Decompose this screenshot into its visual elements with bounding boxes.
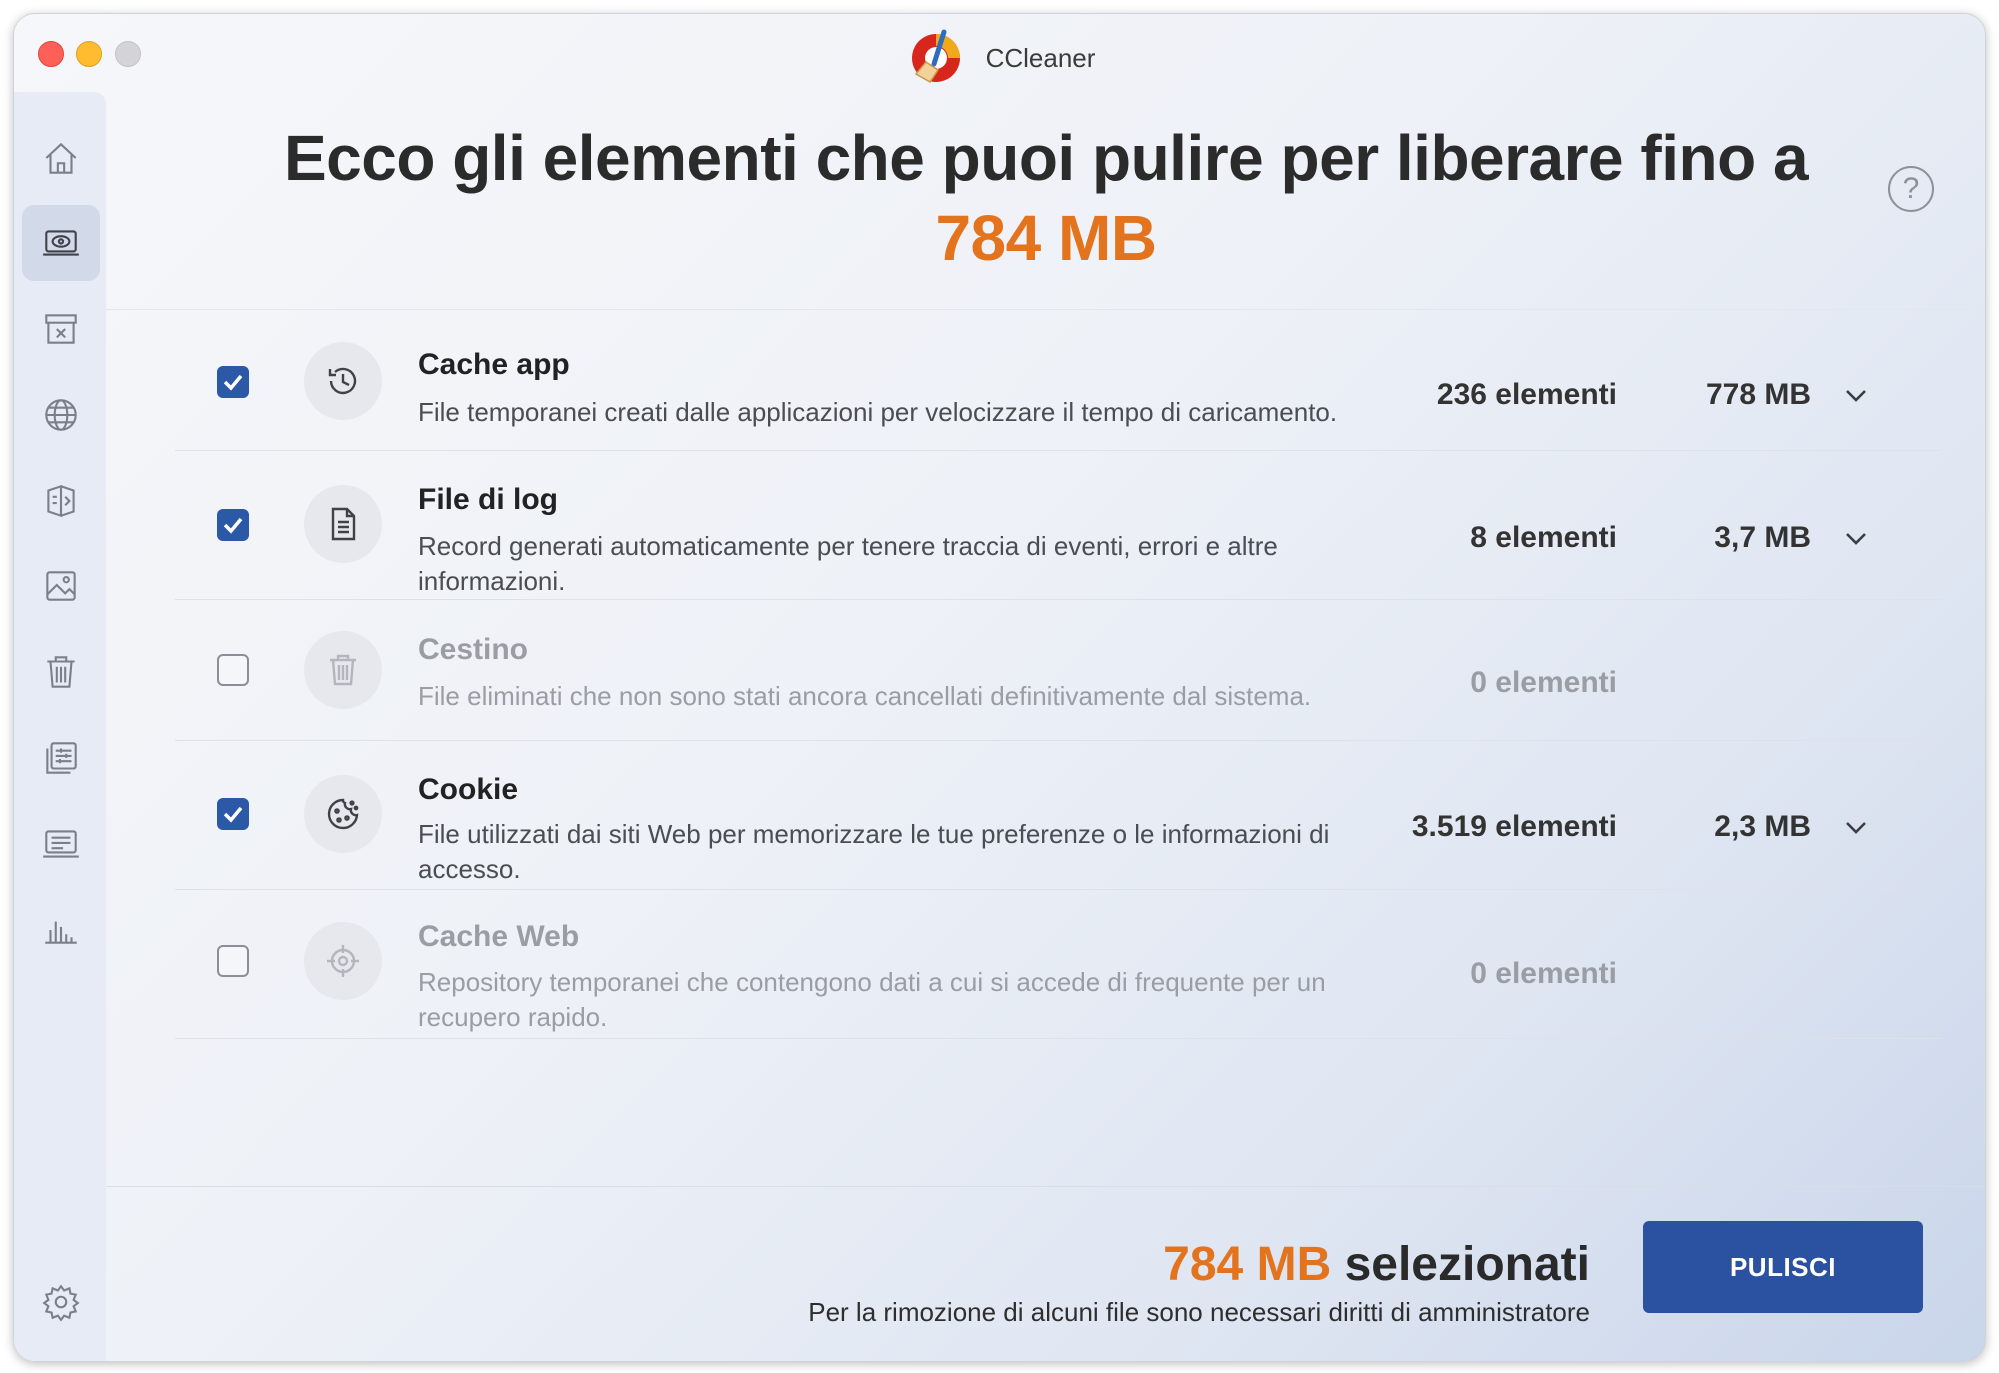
list-item-web-cache[interactable]: Cache Web Repository temporanei che cont… bbox=[175, 890, 1941, 1039]
row-count: 0 elementi bbox=[1470, 957, 1617, 990]
row-description: File temporanei creati dalle applicazion… bbox=[418, 397, 1338, 427]
cache-app-checkbox[interactable] bbox=[217, 366, 249, 398]
sidebar-item-cleaner[interactable] bbox=[22, 205, 100, 281]
ccleaner-logo-icon bbox=[911, 29, 960, 83]
monitor-text-icon bbox=[43, 830, 79, 858]
help-button[interactable]: ? bbox=[1888, 166, 1934, 212]
row-title: File di log bbox=[418, 483, 558, 516]
web-cache-icon-circle bbox=[304, 922, 382, 1000]
row-count: 0 elementi bbox=[1470, 666, 1617, 699]
sidebar-item-duplicates[interactable] bbox=[22, 463, 100, 539]
web-cache-checkbox[interactable] bbox=[217, 945, 249, 977]
laptop-eye-icon bbox=[43, 230, 79, 256]
row-description: File eliminati che non sono stati ancora… bbox=[418, 681, 1312, 711]
sidebar-item-home[interactable] bbox=[22, 120, 100, 196]
trash-icon bbox=[47, 656, 75, 688]
chevron-down-icon bbox=[1846, 822, 1866, 834]
clean-button[interactable]: PULISCI bbox=[1643, 1221, 1923, 1313]
checkmark-icon bbox=[223, 806, 243, 823]
list-item-cache-app[interactable]: Cache app File temporanei creati dalle a… bbox=[175, 310, 1941, 451]
list-item-cookie[interactable]: Cookie File utilizzati dai siti Web per … bbox=[175, 741, 1941, 890]
row-size: 3,7 MB bbox=[1714, 521, 1811, 554]
expand-button[interactable] bbox=[1843, 382, 1869, 408]
globe-icon bbox=[45, 399, 77, 431]
cookie-icon-circle bbox=[304, 775, 382, 853]
chevron-down-icon bbox=[1846, 533, 1866, 545]
sidebar-item-trash[interactable] bbox=[22, 634, 100, 710]
sidebar-item-photos[interactable] bbox=[22, 548, 100, 624]
archive-x-icon bbox=[45, 314, 77, 344]
page-title: Ecco gli elementi che puoi pulire per li… bbox=[106, 118, 1985, 278]
cookie-icon bbox=[327, 798, 359, 830]
selected-label: selezionati bbox=[1344, 1238, 1590, 1291]
row-title: Cache app bbox=[418, 348, 570, 381]
checkmark-icon bbox=[223, 517, 243, 534]
trash-icon bbox=[330, 654, 356, 686]
expand-button[interactable] bbox=[1843, 525, 1869, 551]
history-icon bbox=[328, 367, 357, 395]
checkmark-icon bbox=[223, 374, 243, 391]
row-count: 8 elementi bbox=[1470, 521, 1617, 554]
trash-icon-circle bbox=[304, 631, 382, 709]
settings-button[interactable] bbox=[22, 1264, 100, 1340]
row-title: Cookie bbox=[418, 773, 519, 806]
cookie-checkbox[interactable] bbox=[217, 798, 249, 830]
headline-text: Ecco gli elementi che puoi pulire per li… bbox=[283, 122, 1809, 194]
row-count: 236 elementi bbox=[1436, 378, 1617, 411]
app-title: CCleaner bbox=[985, 42, 1096, 73]
cache-app-icon-circle bbox=[304, 342, 382, 420]
row-title: Cestino bbox=[418, 633, 529, 666]
row-title: Cache Web bbox=[418, 920, 580, 953]
log-files-icon-circle bbox=[304, 485, 382, 563]
title-bar: CCleaner bbox=[14, 28, 1985, 83]
duplicate-files-icon bbox=[47, 484, 75, 518]
row-size: 2,3 MB bbox=[1714, 810, 1811, 843]
row-description: Record generati automaticamente per tene… bbox=[418, 531, 1278, 596]
headline-amount: 784 MB bbox=[935, 202, 1157, 274]
expand-button[interactable] bbox=[1843, 814, 1869, 840]
log-files-checkbox[interactable] bbox=[217, 509, 249, 541]
home-icon bbox=[45, 142, 77, 174]
row-description: File utilizzati dai siti Web per memoriz… bbox=[418, 819, 1330, 884]
admin-note: Per la rimozione di alcuni file sono nec… bbox=[808, 1297, 1590, 1327]
row-size: 778 MB bbox=[1705, 378, 1811, 411]
app-window: CCleaner Ecco gli elementi che puoi puli… bbox=[13, 13, 1986, 1362]
divider bbox=[106, 1186, 1985, 1187]
selected-summary: 784 MB selezionati bbox=[1163, 1237, 1590, 1292]
list-sliders-icon bbox=[46, 742, 77, 774]
sidebar bbox=[14, 92, 106, 1361]
sidebar-item-startup[interactable] bbox=[22, 720, 100, 796]
gear-icon bbox=[42, 1284, 80, 1322]
list-item-log-files[interactable]: File di log Record generati automaticame… bbox=[175, 451, 1941, 600]
row-description: Repository temporanei che contengono dat… bbox=[418, 967, 1326, 1032]
sidebar-item-performance[interactable] bbox=[22, 891, 100, 967]
row-count: 3.519 elementi bbox=[1411, 810, 1617, 843]
bar-chart-icon bbox=[45, 921, 77, 944]
sidebar-item-system[interactable] bbox=[22, 806, 100, 882]
chevron-down-icon bbox=[1846, 390, 1866, 402]
list-item-trash[interactable]: Cestino File eliminati che non sono stat… bbox=[175, 600, 1941, 741]
target-icon bbox=[327, 945, 359, 977]
sidebar-item-browser[interactable] bbox=[22, 377, 100, 453]
trash-checkbox[interactable] bbox=[217, 654, 249, 686]
image-icon bbox=[46, 571, 76, 601]
document-icon bbox=[331, 507, 356, 541]
sidebar-item-uninstaller[interactable] bbox=[22, 291, 100, 367]
selected-amount: 784 MB bbox=[1163, 1238, 1332, 1291]
